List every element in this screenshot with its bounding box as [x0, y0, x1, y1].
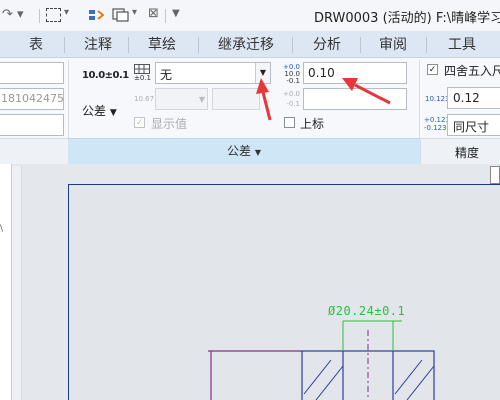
hatch-line — [315, 365, 344, 400]
hatch-line — [303, 359, 332, 395]
dimension-text[interactable]: Ø20.24±0.1 — [328, 304, 405, 318]
hatch-line — [406, 365, 435, 400]
red-arrow-head — [256, 78, 269, 94]
annotation-arrows — [256, 78, 391, 121]
part-view — [208, 330, 435, 400]
drawing-canvas[interactable] — [0, 0, 500, 400]
hatch-line — [394, 359, 423, 395]
red-arrow-icon — [354, 83, 391, 105]
dimension-annotation[interactable] — [342, 320, 402, 351]
